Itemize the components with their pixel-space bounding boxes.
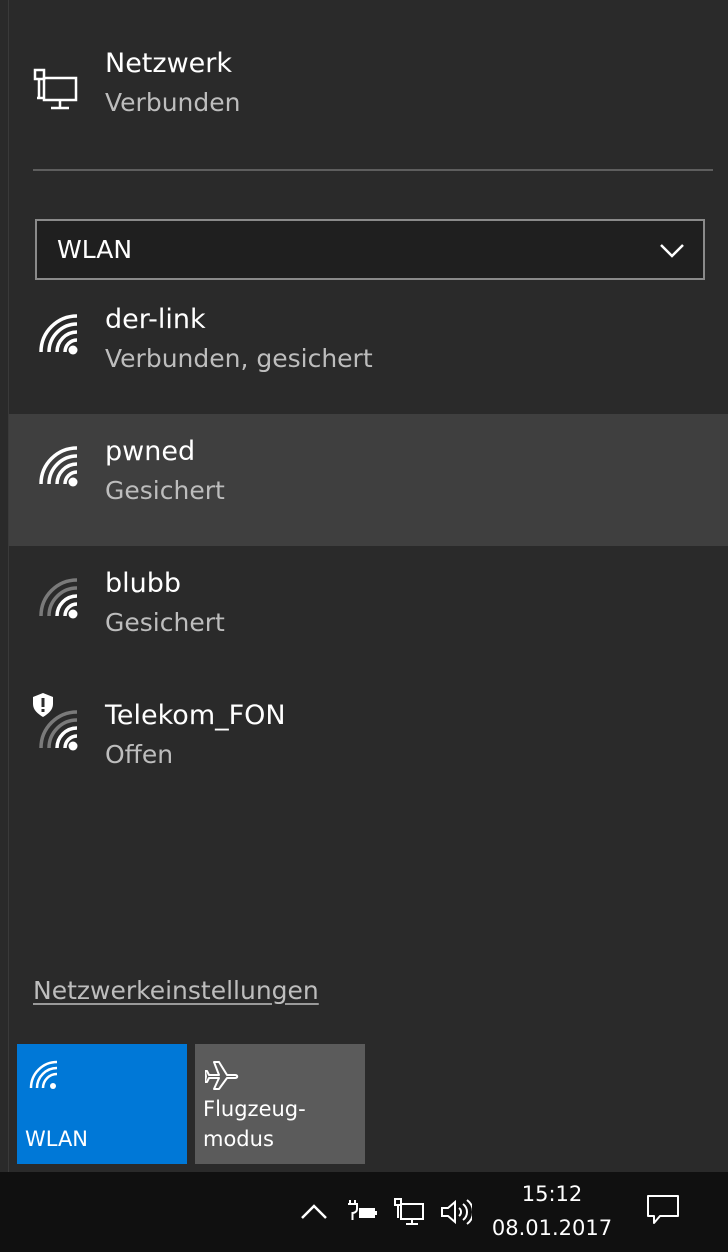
wifi-icon (29, 1060, 58, 1089)
network-item-blubb[interactable]: blubb Gesichert (9, 546, 728, 678)
network-item-der-link[interactable]: der-link Verbunden, gesichert (9, 282, 728, 414)
network-title: Netzwerk (105, 48, 232, 79)
airplane-label-line1: Flugzeug- (203, 1097, 306, 1121)
airplane-label-line2: modus (203, 1127, 274, 1151)
wifi-weak-icon (39, 578, 78, 619)
adapter-dropdown-value: WLAN (57, 235, 133, 264)
power-battery-icon[interactable] (346, 1198, 378, 1226)
network-computer-icon[interactable] (394, 1198, 426, 1226)
taskbar: 15:12 08.01.2017 (0, 1172, 728, 1252)
wifi-weak-icon (39, 710, 78, 751)
airplane-icon (205, 1061, 239, 1090)
volume-icon[interactable] (440, 1198, 472, 1226)
network-item-telekom-fon[interactable]: Telekom_FON Offen (9, 678, 728, 810)
wifi-icon (39, 446, 78, 487)
airplane-mode-tile[interactable]: Flugzeug- modus (195, 1044, 365, 1164)
divider (33, 169, 713, 171)
network-status: Verbunden (105, 88, 241, 117)
adapter-dropdown[interactable]: WLAN (35, 219, 705, 280)
network-name: pwned (105, 436, 196, 467)
network-settings-link[interactable]: Netzwerkeinstellungen (33, 976, 319, 1005)
network-list: der-link Verbunden, gesichert pwned Gesi… (9, 282, 728, 810)
clock-date[interactable]: 08.01.2017 (490, 1216, 614, 1240)
chevron-up-icon[interactable] (298, 1198, 330, 1226)
network-connection-header[interactable]: Netzwerk Verbunden (33, 44, 713, 124)
close-icon (197, 0, 217, 6)
wlan-tile-label: WLAN (25, 1127, 89, 1151)
clock-time[interactable]: 15:12 (496, 1182, 608, 1206)
chevron-down-icon (660, 244, 684, 258)
airplane-tile-label: Flugzeug- modus (203, 1094, 306, 1154)
network-computer-icon (33, 68, 78, 110)
network-status: Gesichert (105, 476, 225, 505)
network-name: der-link (105, 304, 206, 335)
network-name: blubb (105, 568, 182, 599)
network-flyout: Netzwerk Verbunden WLAN der-link Verbund… (8, 0, 728, 1172)
network-status: Verbunden, gesichert (105, 344, 373, 373)
network-status: Gesichert (105, 608, 225, 637)
wifi-icon (39, 314, 78, 355)
network-status: Offen (105, 740, 174, 769)
network-name: Telekom_FON (105, 700, 286, 731)
action-center-icon[interactable] (646, 1194, 680, 1226)
wlan-toggle-tile[interactable]: WLAN (17, 1044, 187, 1164)
close-icon (703, 0, 723, 6)
network-item-pwned[interactable]: pwned Gesichert (9, 414, 728, 546)
